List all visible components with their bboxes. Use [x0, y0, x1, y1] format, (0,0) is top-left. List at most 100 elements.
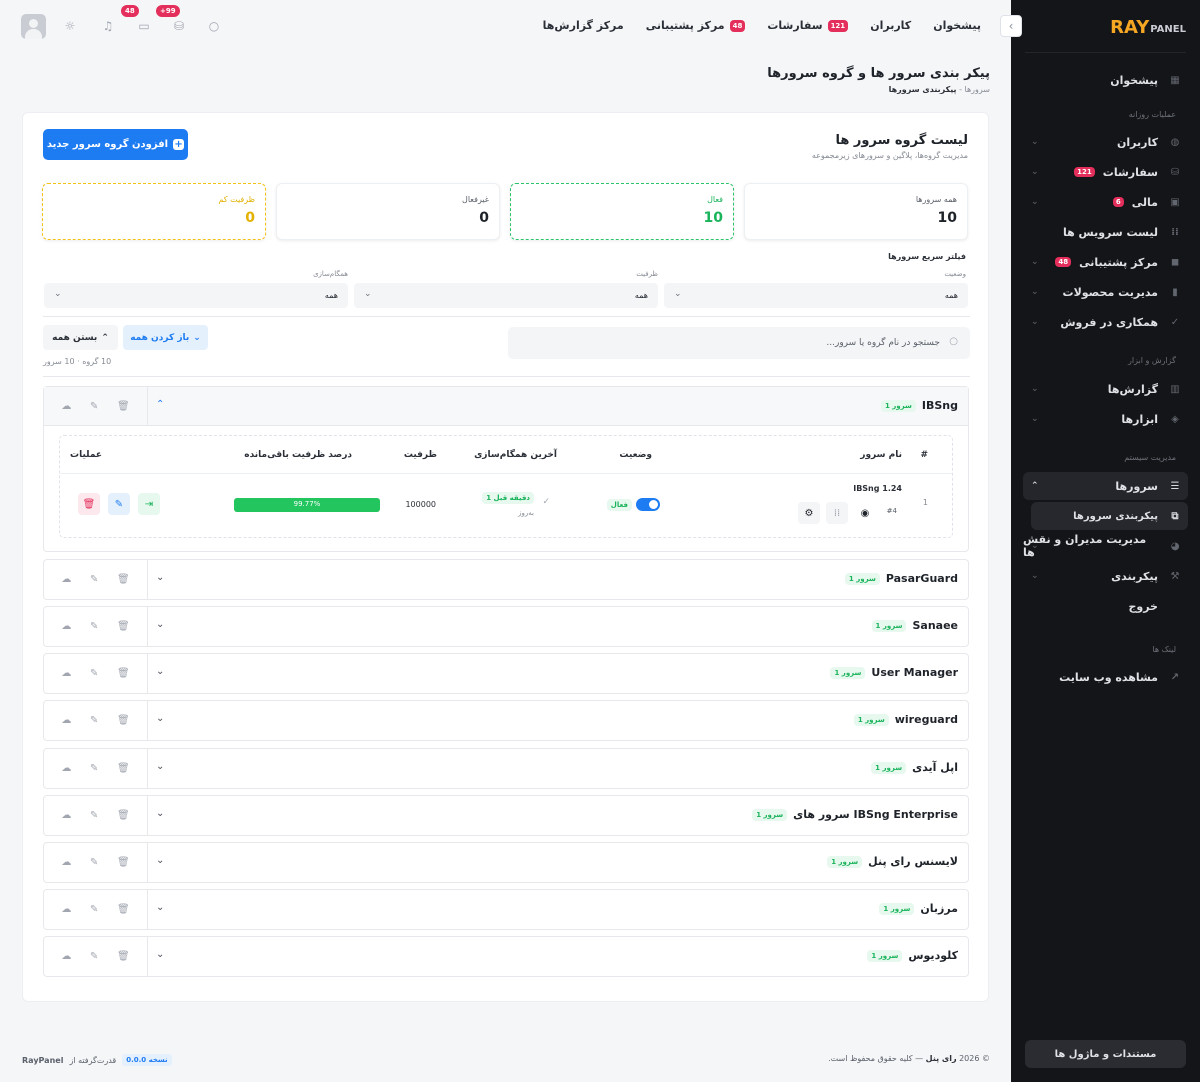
- trash-icon[interactable]: 🗑: [117, 574, 130, 585]
- group-header[interactable]: Sanaee 1 سرور ⌄ ☁ ✎ 🗑: [44, 607, 968, 646]
- chat-icon[interactable]: ▭: [136, 18, 152, 34]
- sidebar-item-finance[interactable]: ▣ مالی 6 ⌄: [1023, 188, 1188, 216]
- top-nav-support[interactable]: 48 مرکز پشتیبانی: [646, 19, 746, 32]
- wallet-icon: ▣: [1170, 196, 1180, 208]
- search-icon[interactable]: ○: [206, 18, 222, 34]
- filter-sync-select[interactable]: همه ⌄: [44, 283, 348, 308]
- group-header[interactable]: User Manager 1 سرور ⌄ ☁ ✎ 🗑: [44, 654, 968, 693]
- chevron-down-icon[interactable]: ⌄: [156, 666, 164, 677]
- group-header[interactable]: سرور های IBSng Enterprise 1 سرور ⌄ ☁ ✎ 🗑: [44, 796, 968, 835]
- sidebar-item-services[interactable]: ⁞⁞ لیست سرویس ها: [1023, 218, 1188, 246]
- edit-icon[interactable]: ✎: [90, 763, 98, 774]
- powered-brand[interactable]: RayPanel: [22, 1056, 63, 1065]
- stat-value: 10: [703, 210, 723, 226]
- trash-icon[interactable]: 🗑: [117, 763, 130, 774]
- breadcrumb-parent[interactable]: سرورها: [965, 85, 991, 94]
- cloud-sync-icon[interactable]: ☁: [61, 951, 71, 962]
- group-header[interactable]: مرزبان 1 سرور ⌄ ☁ ✎ 🗑: [44, 890, 968, 929]
- sidebar-item-affiliate[interactable]: ✓ همکاری در فروش ⌄: [1023, 308, 1188, 336]
- top-nav-reports[interactable]: مرکز گزارش‌ها: [543, 19, 624, 32]
- server-plugin-icon[interactable]: ◉: [854, 502, 876, 524]
- cloud-sync-icon[interactable]: ☁: [61, 763, 71, 774]
- edit-icon[interactable]: ✎: [90, 951, 98, 962]
- filter-status-select[interactable]: همه ⌄: [664, 283, 968, 308]
- chevron-down-icon[interactable]: ⌄: [156, 572, 164, 583]
- group-actions: ☁ ✎ 🗑: [44, 843, 148, 882]
- group-actions: ☁ ✎ 🗑: [44, 387, 148, 426]
- settings-icon[interactable]: ⚙: [798, 502, 820, 524]
- search-input[interactable]: ○ جستجو در نام گروه یا سرور...: [508, 327, 970, 359]
- group-header[interactable]: wireguard 1 سرور ⌄ ☁ ✎ 🗑: [44, 701, 968, 740]
- sidebar-item-server-config[interactable]: ⧉ پیکربندی سرورها: [1031, 502, 1188, 530]
- sun-icon[interactable]: ☼: [62, 18, 78, 34]
- group-header[interactable]: کلودیوس 1 سرور ⌄ ☁ ✎ 🗑: [44, 937, 968, 976]
- edit-icon[interactable]: ✎: [90, 810, 98, 821]
- group-header[interactable]: IBSng 1 سرور ⌃ ☁ ✎ 🗑: [44, 387, 968, 426]
- trash-icon[interactable]: 🗑: [117, 810, 130, 821]
- collapse-all-button[interactable]: ⌃ بستن همه: [43, 325, 118, 350]
- edit-icon[interactable]: ✎: [90, 574, 98, 585]
- top-nav-dashboard[interactable]: پیشخوان: [933, 19, 981, 32]
- grid-icon[interactable]: ⁞⁞: [826, 502, 848, 524]
- sidebar-item-admins[interactable]: ◕ مدیریت مدیران و نقش ها ⌄: [1023, 532, 1188, 560]
- chevron-down-icon[interactable]: ⌄: [156, 808, 164, 819]
- chevron-down-icon[interactable]: ⌄: [156, 855, 164, 866]
- edit-icon[interactable]: ✎: [90, 668, 98, 679]
- top-nav-users[interactable]: کاربران: [870, 19, 911, 32]
- cloud-sync-icon[interactable]: ☁: [61, 810, 71, 821]
- sidebar-item-products[interactable]: ▮ مدیریت محصولات ⌄: [1023, 278, 1188, 306]
- cloud-sync-icon[interactable]: ☁: [61, 574, 71, 585]
- sidebar-item-users[interactable]: ◍ کاربران ⌄: [1023, 128, 1188, 156]
- trash-icon[interactable]: 🗑: [117, 904, 130, 915]
- cloud-sync-icon[interactable]: ☁: [61, 857, 71, 868]
- chevron-down-icon[interactable]: ⌄: [156, 761, 164, 772]
- chevron-down-icon[interactable]: ⌄: [156, 713, 164, 724]
- sidebar-item-servers[interactable]: ☰ سرورها ⌃: [1023, 472, 1188, 500]
- sidebar-item-support[interactable]: ◼ مرکز پشتیبانی 48 ⌄: [1023, 248, 1188, 276]
- cart-icon[interactable]: ⛁: [171, 18, 187, 34]
- bell-icon[interactable]: ♫: [100, 18, 116, 34]
- cloud-sync-icon[interactable]: ☁: [61, 668, 71, 679]
- expand-all-button[interactable]: ⌄ باز کردن همه: [123, 325, 208, 350]
- sidebar-item-website[interactable]: ↗ مشاهده وب سایت: [1023, 663, 1188, 691]
- trash-icon[interactable]: 🗑: [117, 715, 130, 726]
- chevron-down-icon[interactable]: ⌄: [156, 902, 164, 913]
- sidebar-item-dashboard[interactable]: ▦ پیشخوان: [1023, 66, 1188, 94]
- chevron-up-icon[interactable]: ⌃: [156, 399, 164, 410]
- chevron-down-icon[interactable]: ⌄: [156, 619, 164, 630]
- trash-icon[interactable]: 🗑: [117, 401, 130, 412]
- avatar[interactable]: [21, 14, 46, 39]
- top-nav-orders[interactable]: 121 سفارشات: [767, 19, 849, 32]
- trash-icon[interactable]: 🗑: [78, 493, 100, 515]
- cloud-sync-icon[interactable]: ☁: [61, 401, 71, 412]
- trash-icon[interactable]: 🗑: [117, 857, 130, 868]
- sidebar-item-config[interactable]: ⚒ پیکربندی ⌄: [1023, 562, 1188, 590]
- col-capacity: ظرفیت: [403, 450, 437, 460]
- stat-value: 0: [479, 210, 489, 226]
- status-toggle[interactable]: [636, 498, 660, 511]
- group-header[interactable]: لایسنس رای پنل 1 سرور ⌄ ☁ ✎ 🗑: [44, 843, 968, 882]
- add-server-group-button[interactable]: + افزودن گروه سرور جدید: [43, 129, 188, 160]
- filter-capacity-select[interactable]: همه ⌄: [354, 283, 658, 308]
- sidebar-item-reports[interactable]: ▥ گزارش‌ها ⌄: [1023, 375, 1188, 403]
- trash-icon[interactable]: 🗑: [117, 621, 130, 632]
- edit-icon[interactable]: ✎: [90, 401, 98, 412]
- edit-icon[interactable]: ✎: [90, 621, 98, 632]
- docs-modules-button[interactable]: مستندات و ماژول ها: [1025, 1040, 1186, 1068]
- edit-icon[interactable]: ✎: [90, 904, 98, 915]
- trash-icon[interactable]: 🗑: [117, 951, 130, 962]
- sidebar-item-tools[interactable]: ◈ ابزارها ⌄: [1023, 405, 1188, 433]
- edit-icon[interactable]: ✎: [90, 715, 98, 726]
- trash-icon[interactable]: 🗑: [117, 668, 130, 679]
- group-header[interactable]: PasarGuard 1 سرور ⌄ ☁ ✎ 🗑: [44, 560, 968, 599]
- edit-icon[interactable]: ✎: [90, 857, 98, 868]
- cloud-sync-icon[interactable]: ☁: [61, 715, 71, 726]
- sidebar-item-orders[interactable]: ⛁ سفارشات 121 ⌄: [1023, 158, 1188, 186]
- group-header[interactable]: اپل آیدی 1 سرور ⌄ ☁ ✎ 🗑: [44, 749, 968, 788]
- edit-icon[interactable]: ✎: [108, 493, 130, 515]
- cloud-sync-icon[interactable]: ☁: [61, 904, 71, 915]
- sidebar-item-logout[interactable]: خروج: [1023, 592, 1188, 620]
- chevron-down-icon[interactable]: ⌄: [156, 949, 164, 960]
- cloud-sync-icon[interactable]: ☁: [61, 621, 71, 632]
- login-icon[interactable]: ⇥: [138, 493, 160, 515]
